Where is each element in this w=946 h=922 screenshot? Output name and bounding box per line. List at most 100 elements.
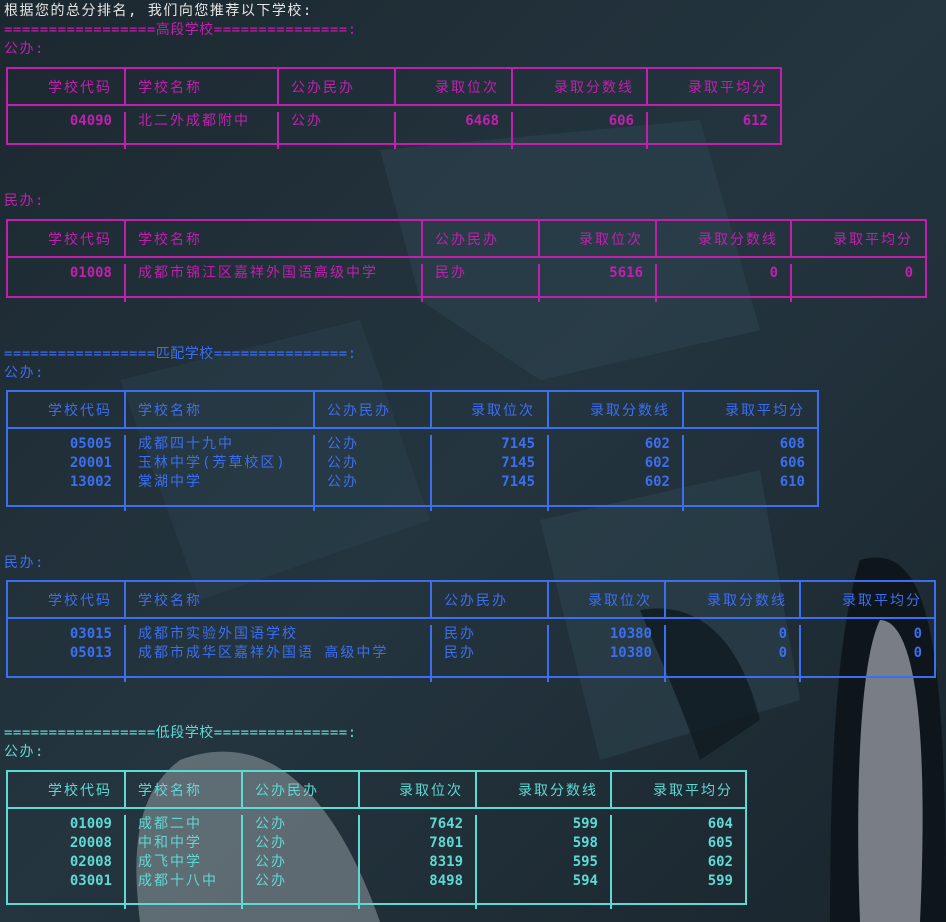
cell-name: 成飞中学 [138, 854, 202, 870]
group-label-low-public: 公办: [4, 744, 45, 760]
cell-cutoff: 595 [572, 854, 598, 870]
cell-type: 民办 [444, 626, 476, 642]
col-header-code: 学校代码 [8, 772, 126, 807]
cell-code: 01008 [69, 265, 112, 281]
table-header-row: 学校代码 学校名称 公办民办 录取位次 录取分数线 录取平均分 [8, 772, 745, 809]
cell-type: 公办 [255, 835, 287, 851]
cell-name: 成都市成华区嘉祥外国语 高级中学 [138, 645, 389, 661]
col-header-name: 学校名称 [126, 772, 243, 807]
table-match-private: 学校代码 学校名称 公办民办 录取位次 录取分数线 录取平均分 03015 05… [6, 580, 936, 682]
cell-rank: 10380 [609, 626, 652, 642]
col-header-code: 学校代码 [8, 221, 126, 256]
cell-cutoff: 602 [644, 474, 670, 490]
cell-avg: 599 [707, 873, 733, 889]
col-header-type: 公办民办 [315, 392, 432, 427]
cell-name: 北二外成都附中 [138, 113, 250, 129]
col-header-code: 学校代码 [8, 392, 126, 427]
table-low-public: 学校代码 学校名称 公办民办 录取位次 录取分数线 录取平均分 01009 20… [6, 770, 747, 909]
col-header-code: 学校代码 [8, 582, 126, 617]
intro-text: 根据您的总分排名, 我们向您推荐以下学校: [4, 3, 313, 19]
col-header-cutoff: 录取分数线 [513, 69, 648, 104]
cell-code: 03015 [69, 626, 112, 642]
cell-type: 公办 [291, 113, 323, 129]
cell-avg: 0 [904, 265, 913, 281]
cell-name: 棠湖中学 [138, 474, 202, 490]
cell-rank: 10380 [609, 645, 652, 661]
col-header-type: 公办民办 [432, 582, 549, 617]
col-header-rank: 录取位次 [540, 221, 657, 256]
cell-code: 20001 [69, 455, 112, 471]
cell-code: 05013 [69, 645, 112, 661]
col-header-avg: 录取平均分 [833, 231, 913, 248]
cell-code: 03001 [69, 873, 112, 889]
table-body: 01009 20008 02008 03001 成都二中 中和中学 成飞中学 成… [8, 809, 745, 909]
col-header-code: 学校代码 [8, 69, 126, 104]
col-header-cutoff: 录取分数线 [666, 582, 801, 617]
cell-rank: 7145 [501, 436, 535, 452]
table-header-row: 学校代码 学校名称 公办民办 录取位次 录取分数线 录取平均分 [8, 582, 934, 619]
cell-rank: 5616 [609, 265, 643, 281]
col-header-rank: 录取位次 [396, 69, 513, 104]
cell-cutoff: 602 [644, 436, 670, 452]
table-match-public: 学校代码 学校名称 公办民办 录取位次 录取分数线 录取平均分 05005 20… [6, 390, 819, 511]
section-header-high: =================高段学校===============: [4, 22, 357, 38]
cell-rank: 7145 [501, 474, 535, 490]
cell-avg: 610 [779, 474, 805, 490]
cell-code: 01009 [69, 816, 112, 832]
cell-rank: 8498 [429, 873, 463, 889]
group-label-match-private: 民办: [4, 555, 45, 571]
group-label-match-public: 公办: [4, 365, 45, 381]
col-header-cutoff: 录取分数线 [549, 392, 684, 427]
col-header-name: 学校名称 [126, 69, 279, 104]
col-header-rank: 录取位次 [432, 392, 549, 427]
cell-avg: 604 [707, 816, 733, 832]
cell-rank: 7145 [501, 455, 535, 471]
cell-rank: 7801 [429, 835, 463, 851]
cell-code: 04090 [69, 113, 112, 129]
cell-cutoff: 606 [608, 113, 634, 129]
cell-name: 玉林中学(芳草校区) [138, 455, 287, 471]
cell-name: 成都十八中 [138, 873, 218, 889]
cell-rank: 6468 [465, 113, 499, 129]
table-body: 01008 成都市锦江区嘉祥外国语高级中学 民办 5616 0 0 [8, 258, 925, 302]
cell-cutoff: 0 [769, 265, 778, 281]
cell-name: 成都四十九中 [138, 436, 234, 452]
table-high-public: 学校代码 学校名称 公办民办 录取位次 录取分数线 录取平均分 04090 北二… [6, 67, 782, 149]
table-header-row: 学校代码 学校名称 公办民办 录取位次 录取分数线 录取平均分 [8, 221, 925, 258]
cell-code: 13002 [69, 474, 112, 490]
cell-name: 成都市锦江区嘉祥外国语高级中学 [138, 265, 378, 281]
col-header-rank: 录取位次 [360, 772, 477, 807]
cell-cutoff: 0 [778, 626, 787, 642]
section-header-low: =================低段学校===============: [4, 725, 357, 741]
cell-cutoff: 0 [778, 645, 787, 661]
cell-avg: 612 [742, 113, 768, 129]
col-header-avg: 录取平均分 [842, 592, 922, 609]
col-header-name: 学校名称 [126, 221, 423, 256]
col-header-type: 公办民办 [423, 221, 540, 256]
cell-type: 民办 [435, 265, 467, 281]
cell-code: 02008 [69, 854, 112, 870]
cell-code: 20008 [69, 835, 112, 851]
col-header-rank: 录取位次 [549, 582, 666, 617]
cell-type: 公办 [255, 816, 287, 832]
cell-avg: 606 [779, 455, 805, 471]
cell-cutoff: 594 [572, 873, 598, 889]
cell-type: 公办 [255, 873, 287, 889]
col-header-name: 学校名称 [126, 392, 315, 427]
col-header-cutoff: 录取分数线 [657, 221, 792, 256]
cell-name: 成都市实验外国语学校 [138, 626, 298, 642]
col-header-avg: 录取平均分 [653, 782, 733, 799]
col-header-avg: 录取平均分 [688, 79, 768, 96]
col-header-cutoff: 录取分数线 [477, 772, 612, 807]
cell-avg: 602 [707, 854, 733, 870]
cell-avg: 608 [779, 436, 805, 452]
group-label-high-public: 公办: [4, 41, 45, 57]
cell-cutoff: 602 [644, 455, 670, 471]
cell-rank: 7642 [429, 816, 463, 832]
cell-cutoff: 599 [572, 816, 598, 832]
cell-type: 民办 [444, 645, 476, 661]
col-header-type: 公办民办 [279, 69, 396, 104]
table-body: 04090 北二外成都附中 公办 6468 606 612 [8, 106, 780, 149]
col-header-name: 学校名称 [126, 582, 432, 617]
group-label-high-private: 民办: [4, 193, 45, 209]
